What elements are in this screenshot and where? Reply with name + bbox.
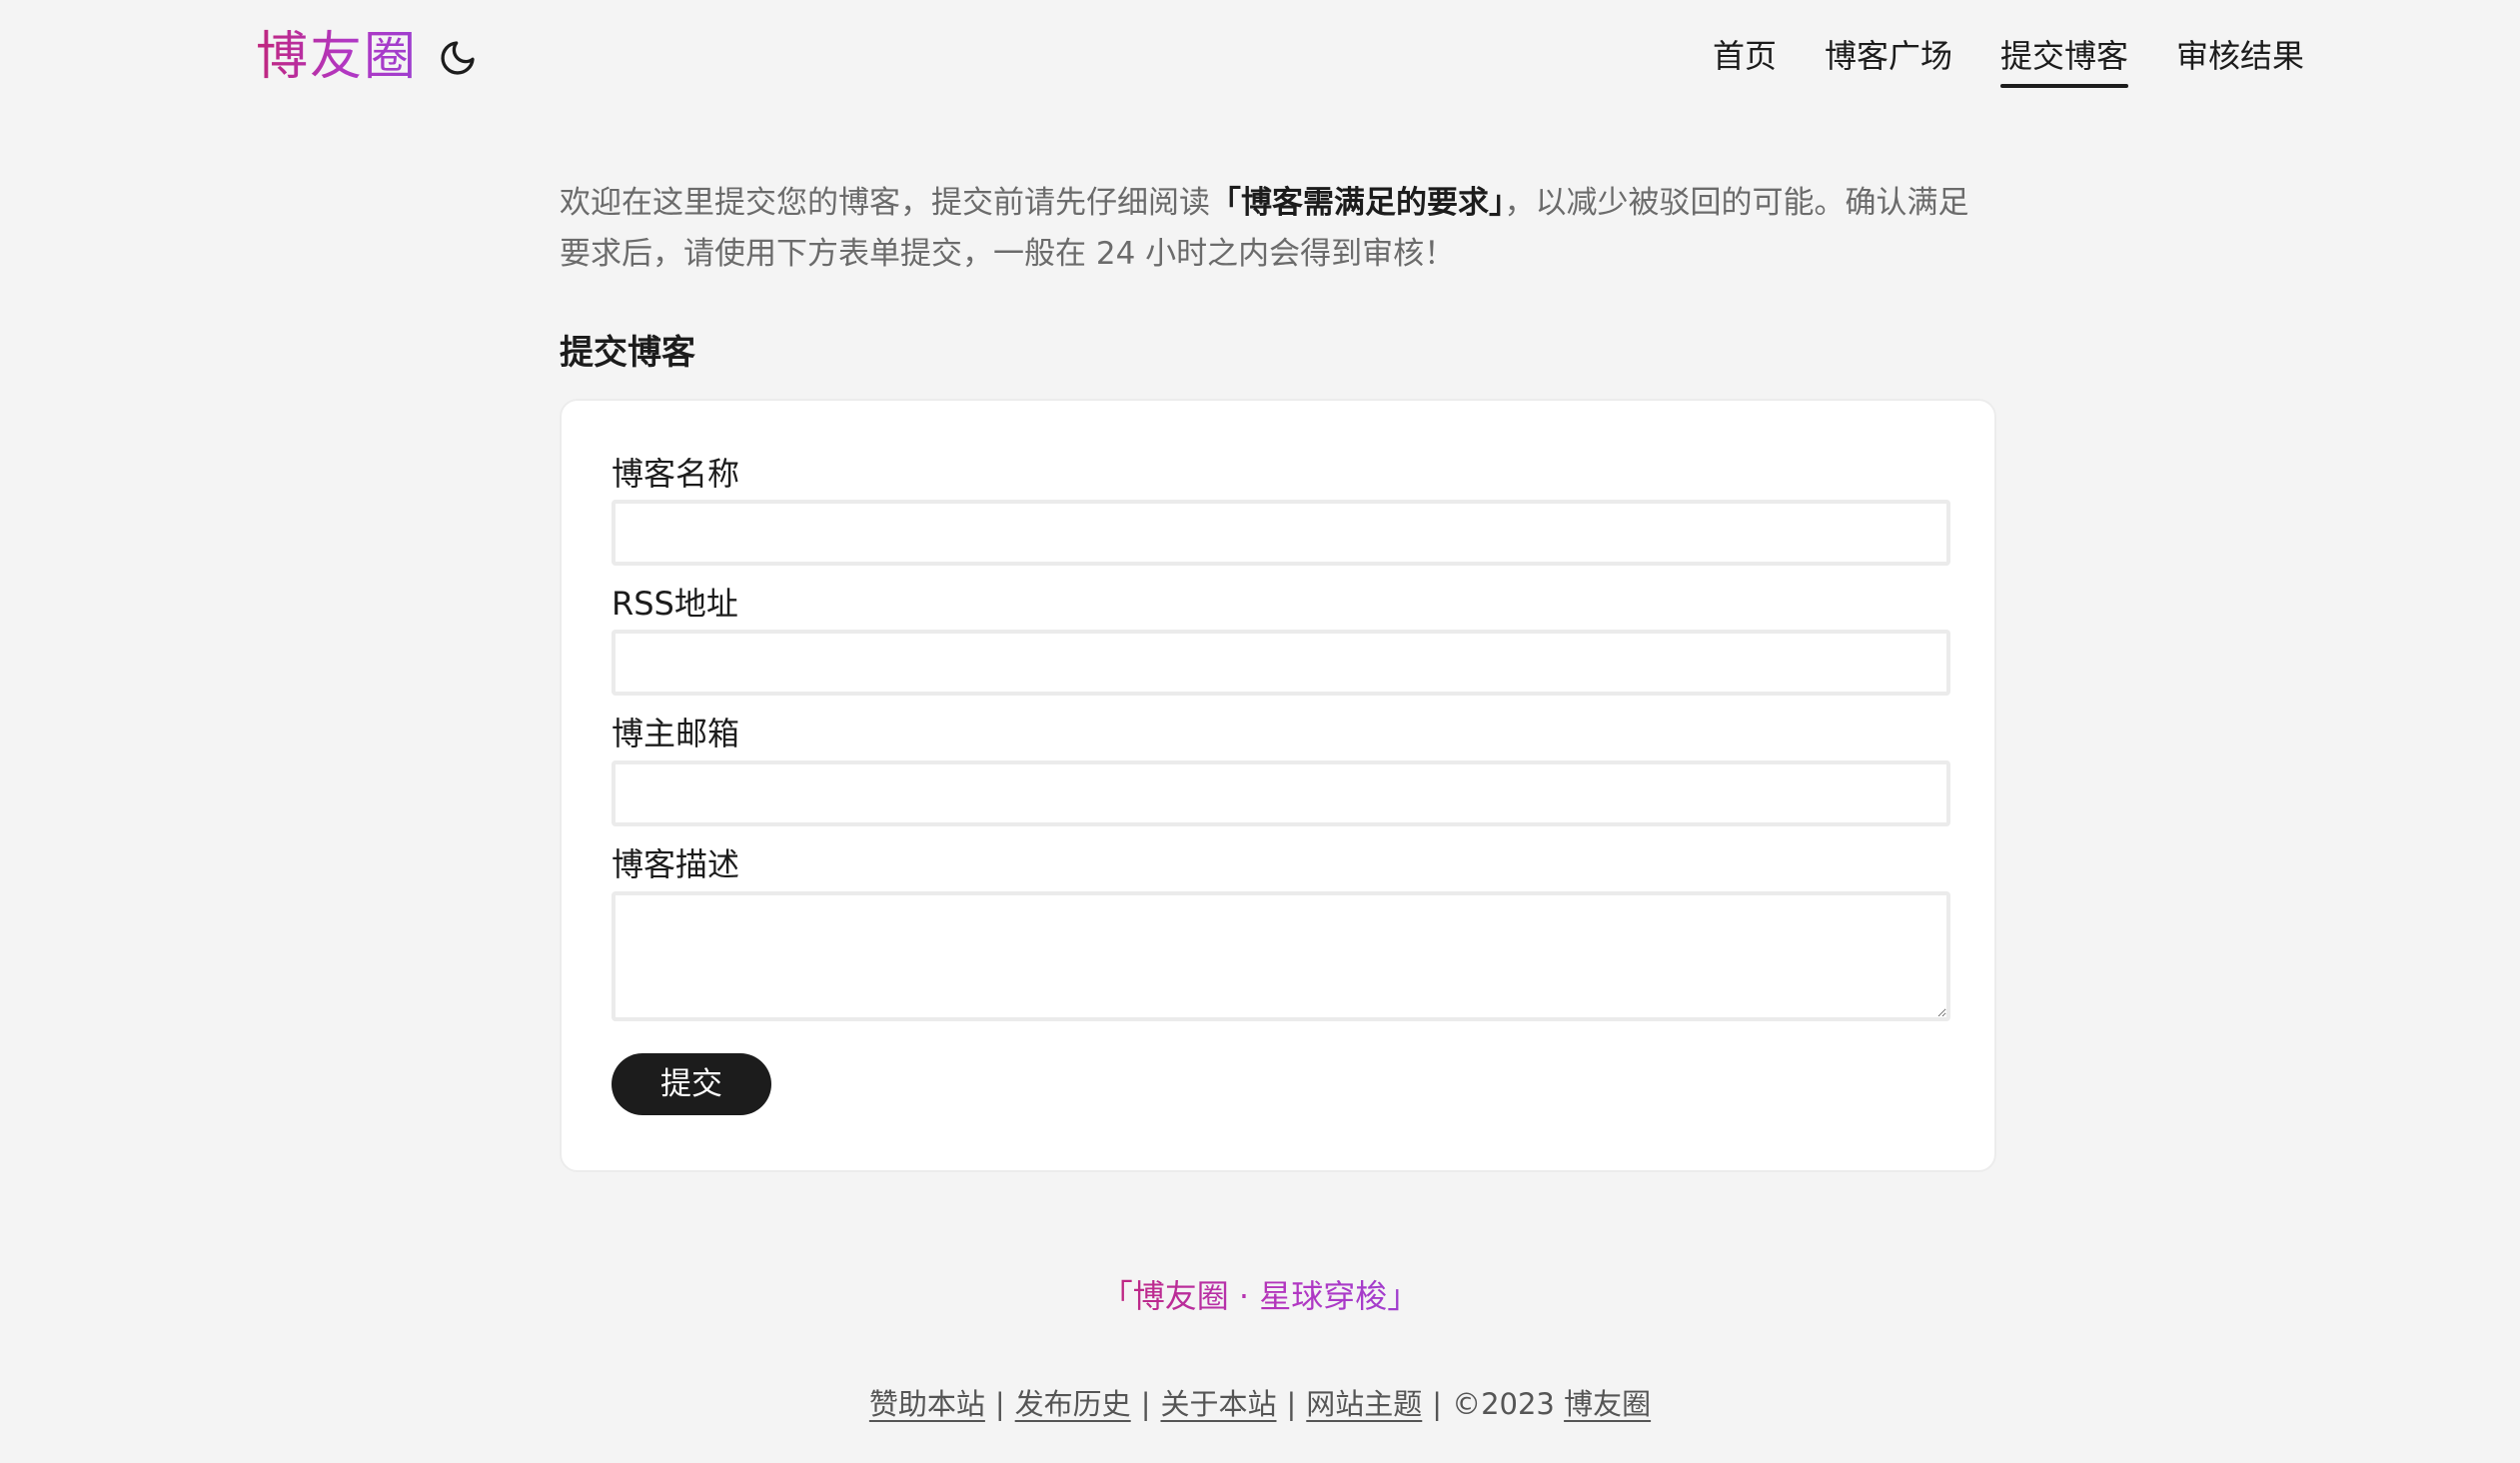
footer-links: 赞助本站 | 发布历史 | 关于本站 | 网站主题 | ©2023 博友圈	[0, 1379, 2520, 1429]
copyright-text: ©2023	[1452, 1387, 1555, 1421]
footer-link-brand[interactable]: 博友圈	[1564, 1387, 1651, 1421]
rss-url-label: RSS地址	[612, 585, 738, 623]
intro-section: 欢迎在这里提交您的博客，提交前请先仔细阅读「博客需满足的要求」，以减少被驳回的可…	[560, 178, 1998, 280]
main-nav: 首页 博客广场 提交博客 审核结果	[1665, 26, 2304, 88]
nav-item-review-results[interactable]: 审核结果	[2176, 26, 2304, 86]
site-header: 博友圈 首页 博客广场 提交博客 审核结果	[0, 0, 2520, 120]
footer-separator: |	[1286, 1387, 1297, 1421]
intro-text-part1: 欢迎在这里提交您的博客，提交前请先仔细阅读	[560, 185, 1210, 221]
requirements-link[interactable]: 「博客需满足的要求」	[1210, 185, 1505, 221]
blog-name-label: 博客名称	[612, 455, 740, 493]
footer-separator: |	[994, 1387, 1005, 1421]
form-title: 提交博客	[560, 333, 695, 373]
tagline-text: 「博友圈 · 星球穿梭」	[1100, 1277, 1420, 1315]
site-logo[interactable]: 博友圈	[256, 22, 418, 92]
nav-item-blog-square[interactable]: 博客广场	[1825, 26, 1952, 86]
footer-link-about[interactable]: 关于本站	[1160, 1387, 1276, 1421]
submit-button[interactable]: 提交	[612, 1053, 771, 1115]
blogger-email-input[interactable]	[612, 760, 1950, 826]
footer-link-release-history[interactable]: 发布历史	[1015, 1387, 1131, 1421]
blogger-email-label: 博主邮箱	[612, 715, 740, 752]
footer-link-sponsor[interactable]: 赞助本站	[869, 1387, 985, 1421]
blog-name-input[interactable]	[612, 500, 1950, 566]
submit-form-card: 博客名称 RSS地址 博主邮箱 博客描述 提交	[560, 399, 1996, 1172]
footer-tagline: 「博友圈 · 星球穿梭」	[0, 1271, 2520, 1321]
footer-separator: |	[1140, 1387, 1151, 1421]
intro-text: 欢迎在这里提交您的博客，提交前请先仔细阅读「博客需满足的要求」，以减少被驳回的可…	[560, 178, 1998, 280]
footer-link-site-theme[interactable]: 网站主题	[1306, 1387, 1422, 1421]
nav-item-home[interactable]: 首页	[1713, 26, 1777, 86]
footer-separator: |	[1432, 1387, 1443, 1421]
nav-item-submit-blog[interactable]: 提交博客	[1999, 26, 2129, 88]
moon-icon[interactable]	[438, 38, 478, 78]
rss-url-input[interactable]	[612, 630, 1950, 696]
blog-description-textarea[interactable]	[612, 891, 1950, 1021]
blog-description-label: 博客描述	[612, 845, 740, 883]
